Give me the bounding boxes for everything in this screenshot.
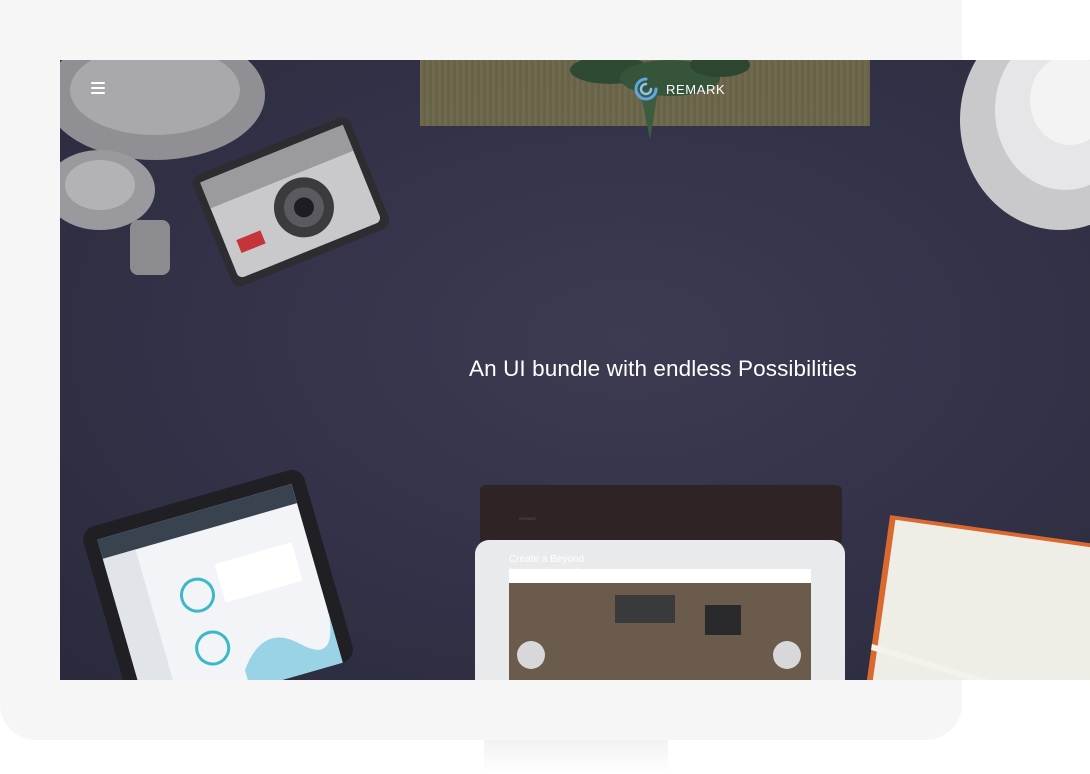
remark-logo-icon [634, 77, 658, 101]
ipad-heading-line1: Create a Beyond [509, 554, 585, 565]
ipad-heading-line2: Imagination web sit [509, 567, 595, 578]
ipad-preview-heading: Create a Beyond Imagination web sit [509, 553, 629, 579]
tablet-image [83, 469, 353, 680]
cup-image [960, 60, 1090, 230]
ipad-preview-brand: REMARK [519, 516, 537, 521]
ipad-image [475, 485, 845, 680]
hamburger-menu-icon[interactable] [91, 82, 105, 94]
hero-screen: REMARK An UI bundle with endless Possibi… [60, 60, 1090, 680]
notebook-image [862, 515, 1090, 680]
hero-title: An UI bundle with endless Possibilities [469, 356, 857, 381]
monitor-stand [484, 740, 668, 774]
brand-name: REMARK [666, 81, 726, 97]
brand-logo-link[interactable]: REMARK [634, 75, 725, 103]
